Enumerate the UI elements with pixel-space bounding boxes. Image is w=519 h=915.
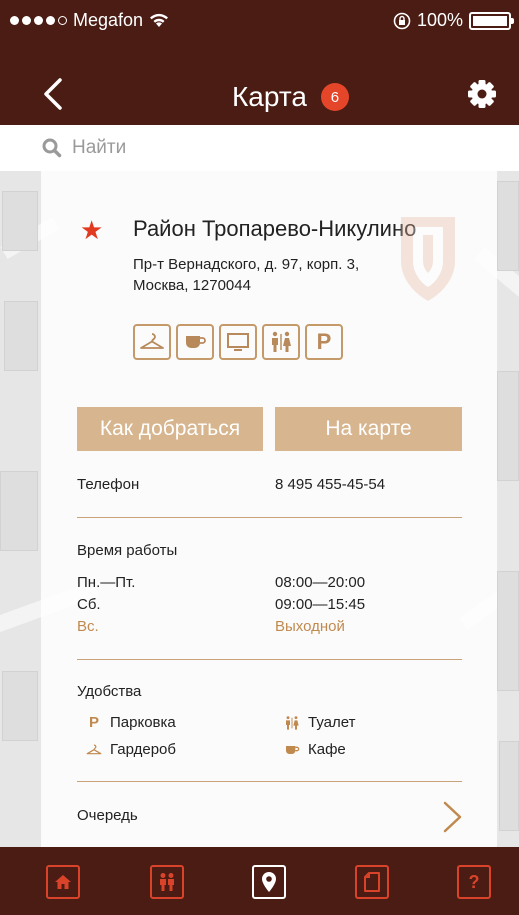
hours-time-sunday: Выходной bbox=[275, 618, 345, 635]
tab-documents[interactable] bbox=[355, 865, 389, 899]
people-icon bbox=[160, 873, 174, 891]
place-address: Пр-т Вернадского, д. 97, корп. 3, Москва… bbox=[133, 256, 360, 294]
chevron-right-icon[interactable] bbox=[442, 800, 464, 834]
nav-bar: Карта 6 bbox=[0, 60, 519, 125]
search-icon bbox=[42, 138, 62, 158]
status-right: 100% bbox=[393, 10, 514, 31]
tab-map[interactable] bbox=[252, 865, 286, 899]
app-screen: Megafon 100% Карта 6 Найти ★ Район Тропа… bbox=[0, 0, 519, 915]
divider bbox=[77, 517, 462, 518]
hours-label: Время работы bbox=[77, 542, 178, 559]
toilet-icon bbox=[262, 324, 300, 360]
facility-toilet: Туалет bbox=[284, 714, 355, 731]
gear-icon[interactable] bbox=[467, 79, 497, 109]
hours-day-sunday: Вс. bbox=[77, 618, 99, 635]
place-name: Район Тропарево-Никулино bbox=[133, 216, 417, 241]
favorite-star-icon[interactable]: ★ bbox=[80, 217, 103, 243]
page-title: Карта bbox=[232, 81, 307, 112]
nav-title-group: Карта 6 bbox=[232, 81, 349, 113]
facility-cafe: Кафе bbox=[284, 741, 346, 758]
parking-icon: P bbox=[305, 324, 343, 360]
home-icon bbox=[55, 875, 71, 889]
hours-day-saturday: Сб. bbox=[77, 596, 101, 613]
battery-icon bbox=[469, 11, 514, 30]
top-bar: Megafon 100% Карта 6 bbox=[0, 0, 519, 125]
hours-day-weekdays: Пн.—Пт. bbox=[77, 574, 136, 591]
facility-label: Кафе bbox=[308, 741, 346, 758]
facility-parking: P Парковка bbox=[86, 714, 176, 731]
divider bbox=[77, 659, 462, 660]
show-on-map-button[interactable]: На карте bbox=[275, 407, 462, 451]
amenity-icons: P bbox=[133, 324, 343, 360]
search-bar[interactable]: Найти bbox=[0, 125, 519, 171]
battery-percent: 100% bbox=[416, 10, 463, 30]
notification-badge: 6 bbox=[320, 83, 349, 111]
map-pin-icon bbox=[262, 872, 276, 892]
coffee-icon bbox=[176, 324, 214, 360]
hours-time-saturday: 09:00—15:45 bbox=[275, 596, 366, 613]
coffee-icon bbox=[284, 743, 300, 757]
facility-label: Гардероб bbox=[110, 741, 176, 758]
tab-home[interactable] bbox=[46, 865, 80, 899]
signal-icon bbox=[10, 16, 67, 25]
help-icon: ? bbox=[468, 871, 480, 892]
wifi-icon bbox=[150, 13, 169, 27]
phone-label: Телефон bbox=[77, 476, 140, 493]
carrier-info: Megafon bbox=[10, 10, 169, 31]
facilities-label: Удобства bbox=[77, 683, 142, 700]
phone-value[interactable]: 8 495 455-45-54 bbox=[275, 476, 385, 493]
facility-label: Парковка bbox=[110, 714, 176, 731]
tab-queue[interactable] bbox=[150, 865, 184, 899]
hanger-icon bbox=[133, 324, 171, 360]
hours-time-weekdays: 08:00—20:00 bbox=[275, 574, 366, 591]
facility-cloakroom: Гардероб bbox=[86, 741, 176, 758]
hanger-icon bbox=[86, 743, 102, 757]
directions-button[interactable]: Как добраться bbox=[77, 407, 263, 451]
logo-watermark-icon bbox=[401, 217, 455, 301]
facility-label: Туалет bbox=[308, 714, 356, 731]
tab-bar: ? bbox=[0, 847, 519, 915]
document-icon bbox=[364, 872, 380, 892]
carrier-name: Megafon bbox=[73, 10, 144, 30]
parking-icon: P bbox=[88, 714, 99, 731]
search-input[interactable]: Найти bbox=[72, 137, 126, 159]
rotation-lock-icon bbox=[393, 12, 411, 29]
queue-row-label[interactable]: Очередь bbox=[77, 807, 138, 824]
back-icon[interactable] bbox=[38, 76, 72, 112]
status-bar: Megafon 100% bbox=[0, 0, 519, 44]
tab-help[interactable]: ? bbox=[457, 865, 491, 899]
monitor-icon bbox=[219, 324, 257, 360]
toilet-icon bbox=[284, 715, 300, 731]
divider bbox=[77, 781, 462, 782]
